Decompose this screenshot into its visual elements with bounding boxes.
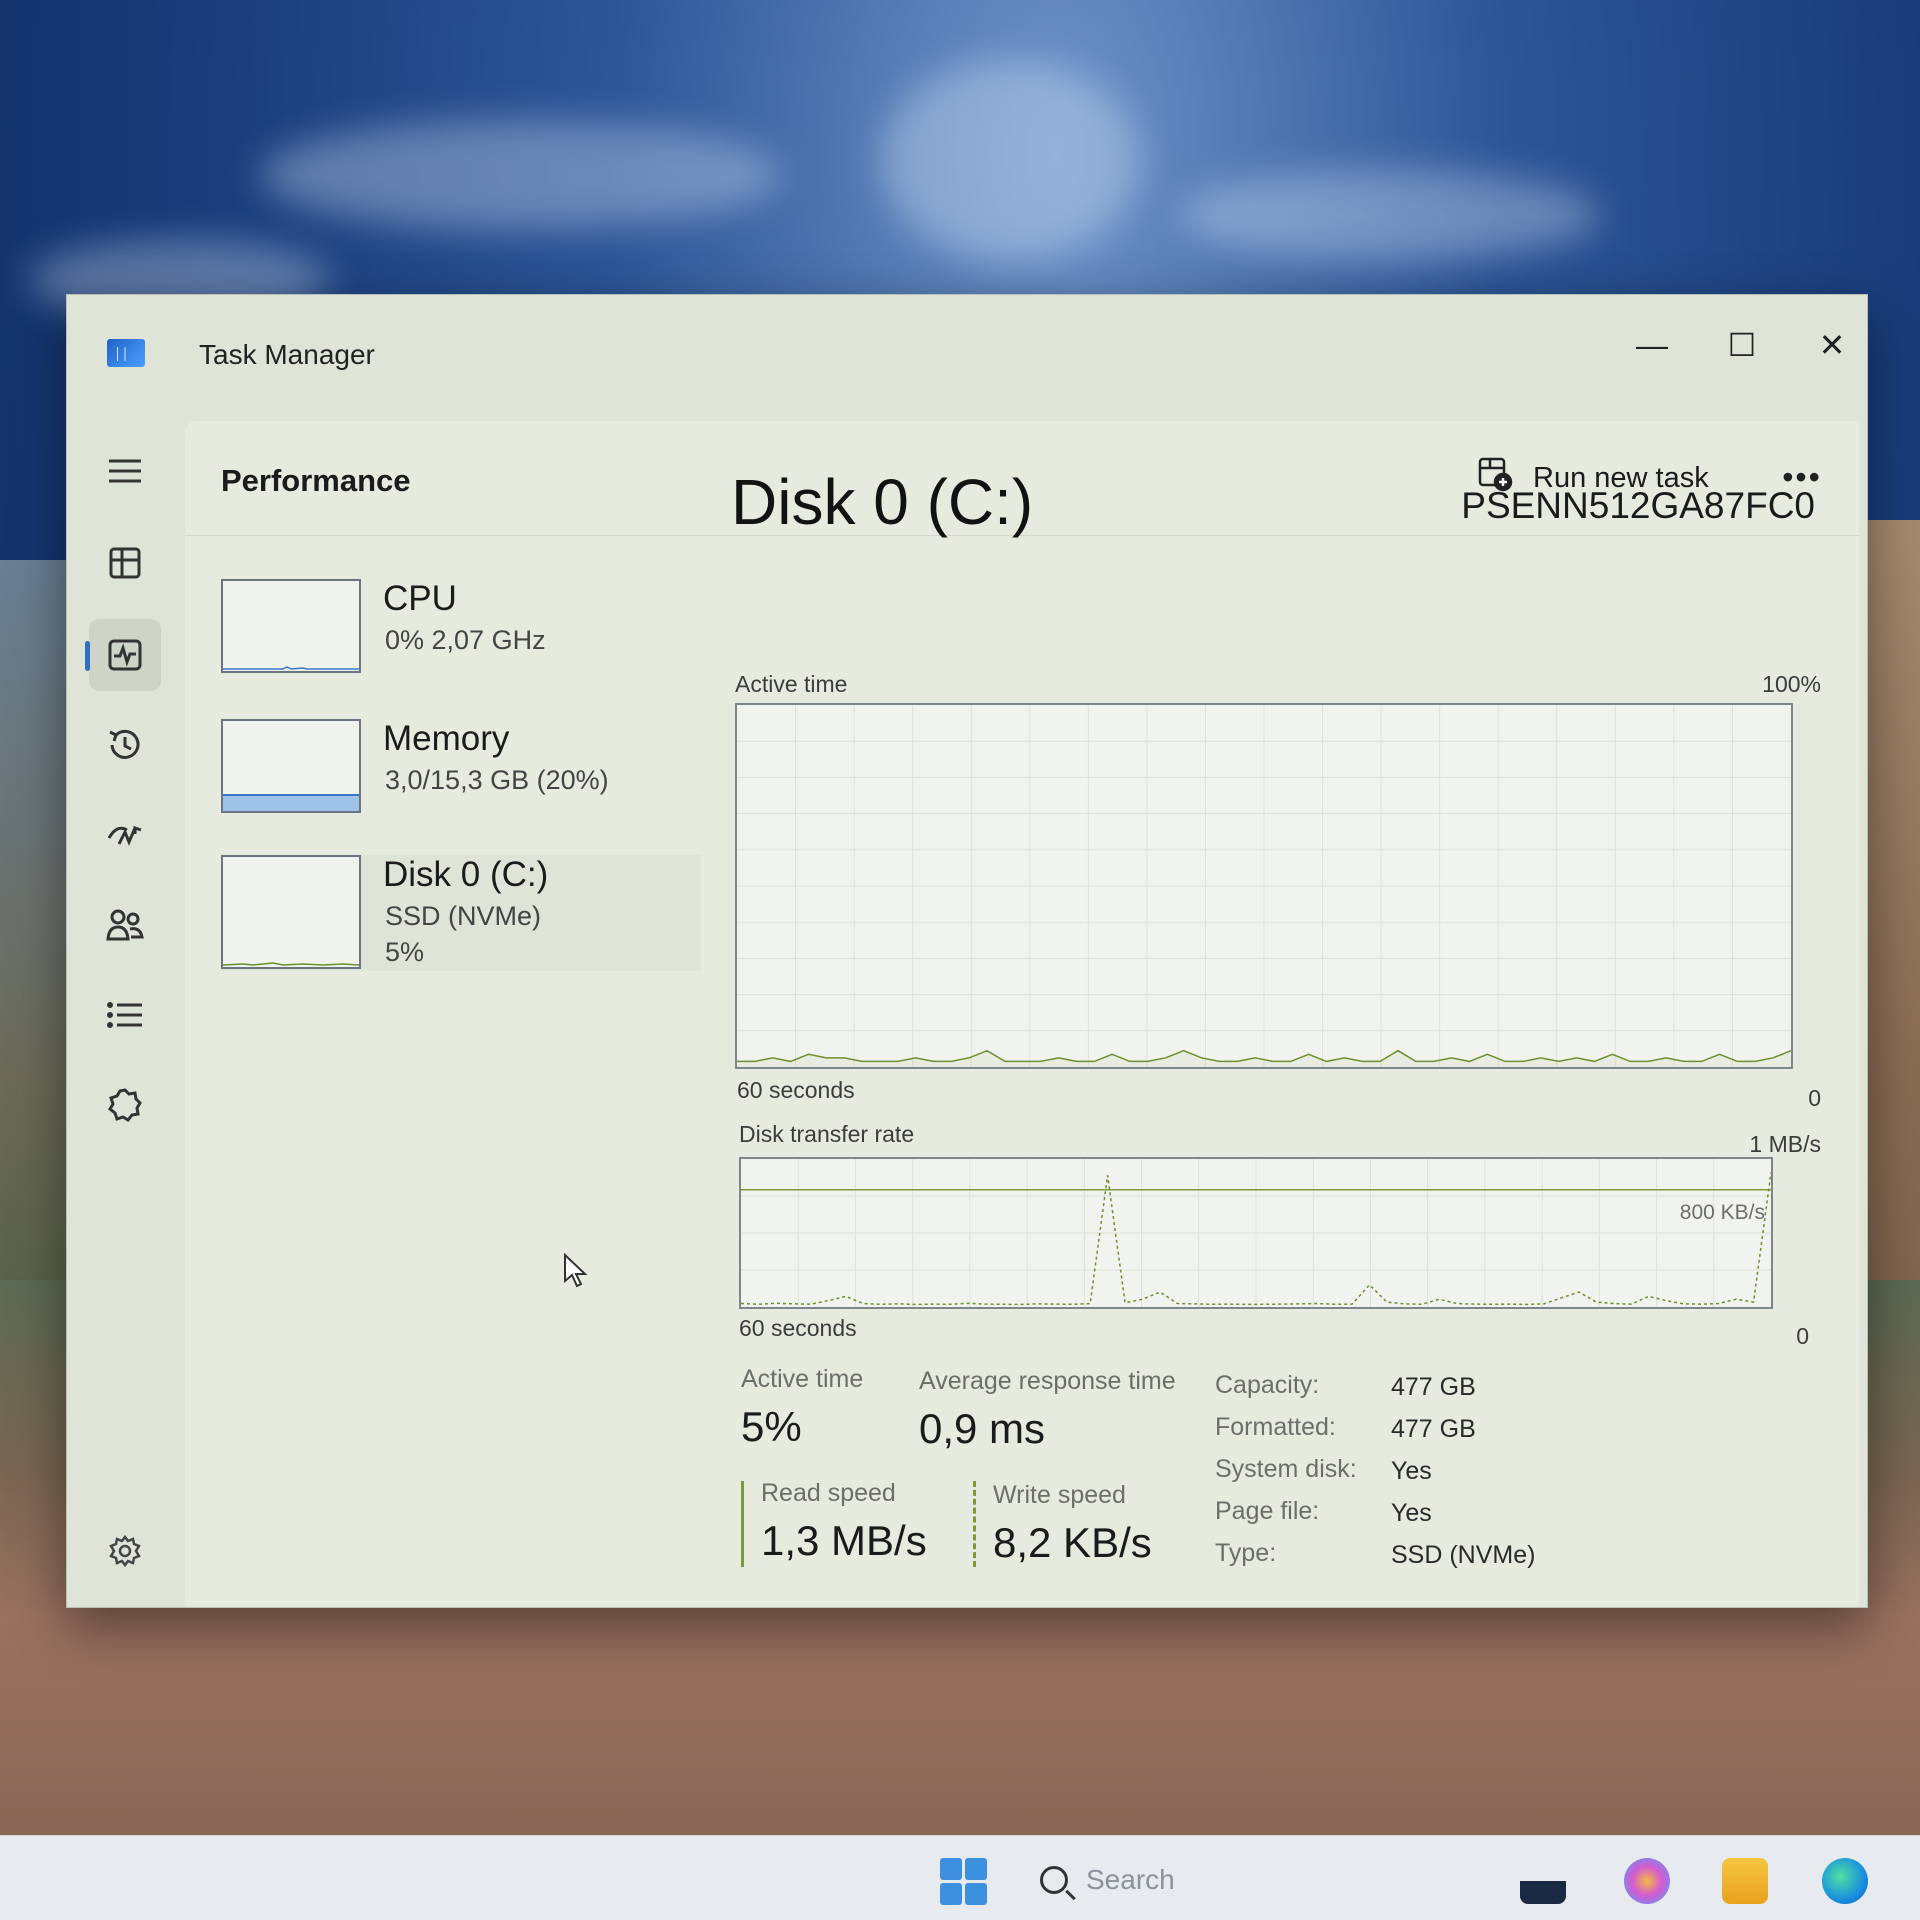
- disk-thumbnail-graph: [221, 855, 361, 969]
- write-speed-label: Write speed: [993, 1481, 1126, 1509]
- transfer-rate-graph-max: 1 MB/s: [1749, 1131, 1821, 1157]
- formatted-label: Formatted:: [1215, 1413, 1336, 1441]
- performance-panel: Performance Run new task ••• CPU 0% 2,07…: [185, 421, 1859, 1607]
- formatted-value: 477 GB: [1391, 1415, 1476, 1443]
- search-placeholder: Search: [1086, 1864, 1175, 1895]
- active-time-graph-span: 60 seconds: [737, 1077, 855, 1103]
- page-title: Performance: [221, 463, 411, 498]
- close-button[interactable]: ✕: [1787, 315, 1877, 375]
- transfer-rate-graph-span: 60 seconds: [739, 1315, 857, 1341]
- device-item-disk[interactable]: Disk 0 (C:) SSD (NVMe) 5%: [221, 855, 701, 971]
- capacity-value: 477 GB: [1391, 1373, 1476, 1401]
- device-name: CPU: [383, 579, 457, 618]
- app-history-icon[interactable]: [89, 709, 161, 781]
- device-name: Disk 0 (C:): [383, 855, 549, 894]
- transfer-rate-graph: 800 KB/s: [739, 1157, 1773, 1309]
- device-usage: 5%: [385, 937, 425, 967]
- transfer-rate-graph-min: 0: [1796, 1323, 1809, 1349]
- task-manager-window: Task Manager — ☐ ✕ Performance Run new t…: [66, 294, 1868, 1608]
- device-type: SSD (NVMe): [385, 901, 542, 931]
- details-list-icon[interactable]: [89, 979, 161, 1051]
- taskbar-widgets-icon[interactable]: [1520, 1858, 1566, 1904]
- active-time-graph-max: 100%: [1762, 671, 1821, 697]
- active-time-graph: [735, 703, 1793, 1069]
- active-time-graph-min: 0: [1808, 1085, 1821, 1111]
- active-time-stat-value: 5%: [741, 1403, 802, 1450]
- navigation-sidebar: [67, 415, 185, 1607]
- minimize-button[interactable]: —: [1607, 315, 1697, 375]
- type-label: Type:: [1215, 1539, 1277, 1567]
- processes-icon[interactable]: [89, 527, 161, 599]
- taskbar: Search: [0, 1835, 1920, 1920]
- cpu-thumbnail-graph: [221, 579, 361, 673]
- write-speed-legend-bar: [973, 1481, 976, 1567]
- taskbar-copilot-icon[interactable]: [1624, 1858, 1670, 1904]
- device-item-memory[interactable]: Memory 3,0/15,3 GB (20%): [221, 719, 701, 829]
- maximize-button[interactable]: ☐: [1697, 315, 1787, 375]
- performance-icon[interactable]: [85, 619, 161, 691]
- write-speed-value: 8,2 KB/s: [993, 1519, 1152, 1566]
- settings-gear-icon[interactable]: [89, 1515, 161, 1587]
- type-value: SSD (NVMe): [1391, 1541, 1536, 1569]
- transfer-rate-graph-label: Disk transfer rate: [739, 1121, 915, 1147]
- read-speed-label: Read speed: [761, 1479, 896, 1507]
- task-manager-app-icon: [107, 339, 145, 367]
- memory-thumbnail-graph: [221, 719, 361, 813]
- avg-response-value: 0,9 ms: [919, 1405, 1046, 1452]
- users-icon[interactable]: [89, 889, 161, 961]
- transfer-rate-reference-label: 800 KB/s: [1679, 1201, 1765, 1224]
- system-disk-value: Yes: [1391, 1457, 1432, 1485]
- disk-model: PSENN512GA87FC0: [1461, 485, 1815, 526]
- device-usage: 0% 2,07 GHz: [385, 625, 546, 655]
- device-usage: 3,0/15,3 GB (20%): [385, 765, 609, 795]
- page-file-value: Yes: [1391, 1499, 1432, 1527]
- system-disk-label: System disk:: [1215, 1455, 1357, 1483]
- search-icon: [1040, 1866, 1068, 1894]
- mouse-pointer-icon: [563, 1252, 589, 1294]
- disk-title: Disk 0 (C:): [731, 466, 1034, 538]
- startup-apps-icon[interactable]: [89, 799, 161, 871]
- title-bar[interactable]: Task Manager — ☐ ✕: [67, 295, 1867, 415]
- active-time-stat-label: Active time: [741, 1365, 864, 1393]
- avg-response-label: Average response time: [919, 1367, 1176, 1395]
- hamburger-menu-icon[interactable]: [89, 435, 161, 507]
- device-item-cpu[interactable]: CPU 0% 2,07 GHz: [221, 579, 701, 689]
- window-title: Task Manager: [199, 339, 375, 370]
- start-button-windows-icon[interactable]: [940, 1858, 988, 1906]
- taskbar-edge-icon[interactable]: [1822, 1858, 1868, 1904]
- taskbar-file-explorer-icon[interactable]: [1722, 1858, 1768, 1904]
- page-file-label: Page file:: [1215, 1497, 1320, 1525]
- device-name: Memory: [383, 719, 510, 758]
- services-icon[interactable]: [89, 1069, 161, 1141]
- capacity-label: Capacity:: [1215, 1371, 1320, 1399]
- read-speed-value: 1,3 MB/s: [761, 1517, 927, 1564]
- taskbar-search-box[interactable]: Search: [1040, 1856, 1300, 1904]
- active-time-graph-label: Active time: [735, 671, 848, 697]
- read-speed-legend-bar: [741, 1481, 744, 1567]
